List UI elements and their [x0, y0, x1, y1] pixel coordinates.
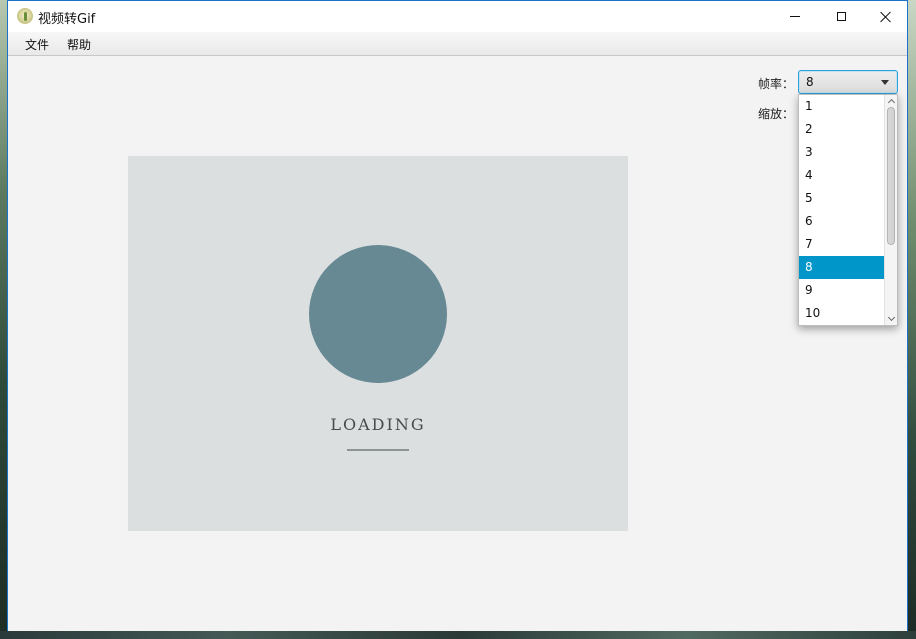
fps-option-10[interactable]: 10 — [799, 302, 885, 325]
menu-file[interactable]: 文件 — [23, 36, 51, 53]
fps-dropdown-list: 1 2 3 4 5 6 7 8 9 10 — [798, 94, 898, 326]
scroll-down-button[interactable] — [885, 313, 898, 325]
loading-underline — [347, 449, 409, 451]
chevron-up-icon — [887, 98, 896, 107]
scale-label: 缩放： — [758, 107, 795, 121]
fps-label: 帧率： — [758, 77, 795, 91]
minimize-button[interactable] — [772, 1, 818, 32]
fps-combobox[interactable]: 8 — [798, 70, 898, 94]
maximize-button[interactable] — [818, 1, 864, 32]
dropdown-scrollbar[interactable] — [884, 95, 897, 325]
fps-option-2[interactable]: 2 — [799, 118, 885, 141]
fps-option-3[interactable]: 3 — [799, 141, 885, 164]
fps-option-1[interactable]: 1 — [799, 95, 885, 118]
fps-option-7[interactable]: 7 — [799, 233, 885, 256]
window-title: 视频转Gif — [38, 12, 96, 27]
title-bar[interactable]: 视频转Gif — [8, 1, 907, 32]
fps-option-5[interactable]: 5 — [799, 187, 885, 210]
menu-bar: 文件 帮助 — [8, 32, 907, 56]
desktop-wallpaper-bottom — [0, 631, 916, 639]
fps-selected-value: 8 — [806, 75, 814, 89]
menu-help[interactable]: 帮助 — [65, 36, 93, 53]
fps-option-4[interactable]: 4 — [799, 164, 885, 187]
main-content: LOADING 帧率： 缩放： 8 1 2 3 4 5 6 7 8 9 10 — [8, 56, 907, 631]
chevron-down-icon — [881, 80, 889, 85]
loading-text: LOADING — [330, 415, 426, 434]
fps-option-9[interactable]: 9 — [799, 279, 885, 302]
close-button[interactable] — [863, 1, 909, 32]
maximize-icon — [836, 12, 846, 21]
minimize-icon — [790, 16, 800, 17]
video-app-icon — [17, 8, 33, 24]
fps-option-6[interactable]: 6 — [799, 210, 885, 233]
loading-circle — [309, 245, 447, 383]
fps-option-8[interactable]: 8 — [799, 256, 885, 279]
scroll-up-button[interactable] — [885, 95, 898, 107]
chevron-down-icon — [887, 313, 896, 322]
fps-options: 1 2 3 4 5 6 7 8 9 10 — [799, 95, 885, 325]
close-icon — [880, 11, 892, 23]
video-preview: LOADING — [128, 156, 628, 531]
scroll-thumb[interactable] — [887, 107, 895, 245]
desktop-wallpaper-right — [908, 0, 916, 639]
app-window: 视频转Gif 文件 帮助 LOADING 帧率： 缩放： 8 123456789… — [7, 0, 908, 631]
